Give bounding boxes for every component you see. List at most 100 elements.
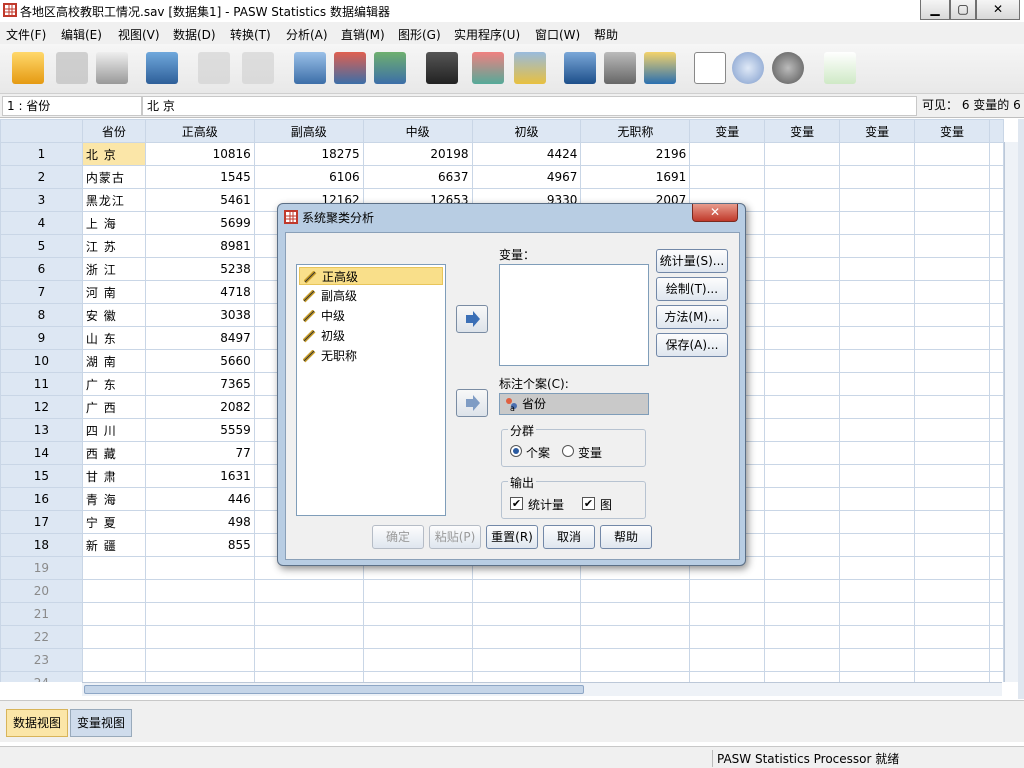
variables-target-list[interactable] xyxy=(499,264,649,366)
empty-cell[interactable] xyxy=(839,418,916,442)
empty-cell[interactable] xyxy=(914,602,990,626)
empty-cell[interactable] xyxy=(764,280,841,304)
menu-file[interactable]: 文件(F) xyxy=(6,26,46,43)
empty-cell[interactable] xyxy=(914,211,990,235)
row-header[interactable]: 13 xyxy=(0,418,83,442)
row-header[interactable]: 6 xyxy=(0,257,83,281)
empty-variable-header[interactable]: 变量 xyxy=(764,119,841,143)
empty-cell[interactable] xyxy=(144,579,255,603)
data-cell[interactable]: 2196 xyxy=(580,142,691,166)
empty-cell[interactable] xyxy=(839,303,916,327)
data-cell[interactable]: 5699 xyxy=(144,211,255,235)
province-cell[interactable]: 广 东 xyxy=(81,372,146,396)
empty-cell[interactable] xyxy=(580,648,691,672)
empty-cell[interactable] xyxy=(471,671,582,682)
empty-cell[interactable] xyxy=(839,510,916,534)
list-item[interactable]: 正高级 xyxy=(299,267,443,285)
empty-cell[interactable] xyxy=(839,372,916,396)
column-header[interactable]: 初级 xyxy=(471,119,582,143)
data-cell[interactable]: 2082 xyxy=(144,395,255,419)
maximize-button[interactable]: ▢ xyxy=(950,0,976,20)
empty-cell[interactable] xyxy=(253,625,364,649)
empty-variable-header[interactable]: 变量 xyxy=(914,119,990,143)
empty-cell[interactable] xyxy=(471,602,582,626)
data-cell[interactable]: 8981 xyxy=(144,234,255,258)
empty-cell[interactable] xyxy=(839,671,916,682)
empty-cell[interactable] xyxy=(689,671,766,682)
empty-cell[interactable] xyxy=(839,211,916,235)
row-header[interactable]: 1 xyxy=(0,142,83,166)
cancel-button[interactable]: 取消 xyxy=(543,525,595,549)
reset-button[interactable]: 重置(R) xyxy=(486,525,538,549)
empty-cell[interactable] xyxy=(764,349,841,373)
split-file-icon[interactable] xyxy=(564,52,596,84)
empty-cell[interactable] xyxy=(362,602,473,626)
tab-variable-view[interactable]: 变量视图 xyxy=(70,709,133,737)
empty-cell[interactable] xyxy=(764,303,841,327)
data-cell[interactable]: 6637 xyxy=(362,165,473,189)
vertical-scrollbar[interactable] xyxy=(1004,142,1018,682)
empty-cell[interactable] xyxy=(764,464,841,488)
menu-utilities[interactable]: 实用程序(U) xyxy=(454,26,520,43)
row-header[interactable]: 17 xyxy=(0,510,83,534)
spell-check-icon[interactable] xyxy=(824,52,856,84)
list-item[interactable]: 初级 xyxy=(299,327,443,345)
move-to-variables-button[interactable] xyxy=(456,305,488,333)
empty-cell[interactable] xyxy=(914,372,990,396)
empty-cell[interactable] xyxy=(914,533,990,557)
data-cell[interactable]: 6106 xyxy=(253,165,364,189)
data-cell[interactable]: 1631 xyxy=(144,464,255,488)
empty-cell[interactable] xyxy=(144,625,255,649)
data-cell[interactable]: 5559 xyxy=(144,418,255,442)
row-header[interactable]: 3 xyxy=(0,188,83,212)
empty-cell[interactable] xyxy=(914,188,990,212)
province-cell[interactable]: 河 南 xyxy=(81,280,146,304)
menu-data[interactable]: 数据(D) xyxy=(173,26,216,43)
empty-cell[interactable] xyxy=(81,671,146,682)
empty-cell[interactable] xyxy=(839,579,916,603)
empty-cell[interactable] xyxy=(81,579,146,603)
data-cell[interactable]: 498 xyxy=(144,510,255,534)
data-cell[interactable]: 446 xyxy=(144,487,255,511)
data-cell[interactable]: 4718 xyxy=(144,280,255,304)
row-header[interactable]: 5 xyxy=(0,234,83,258)
empty-cell[interactable] xyxy=(914,625,990,649)
row-header[interactable]: 4 xyxy=(0,211,83,235)
statistics-button[interactable]: 统计量(S)... xyxy=(656,249,728,273)
checkbox-plots[interactable]: ✔ xyxy=(582,497,595,510)
column-header[interactable]: 中级 xyxy=(362,119,473,143)
province-cell[interactable]: 安 徽 xyxy=(81,303,146,327)
empty-cell[interactable] xyxy=(839,349,916,373)
empty-cell[interactable] xyxy=(839,165,916,189)
row-header[interactable]: 16 xyxy=(0,487,83,511)
empty-cell[interactable] xyxy=(81,648,146,672)
empty-cell[interactable] xyxy=(471,648,582,672)
empty-cell[interactable] xyxy=(764,142,841,166)
dialog-close-button[interactable]: ✕ xyxy=(692,204,738,222)
list-item[interactable]: 无职称 xyxy=(299,347,443,365)
empty-cell[interactable] xyxy=(81,602,146,626)
empty-cell[interactable] xyxy=(764,625,841,649)
row-header[interactable]: 18 xyxy=(0,533,83,557)
empty-cell[interactable] xyxy=(471,625,582,649)
empty-cell[interactable] xyxy=(839,648,916,672)
menu-transform[interactable]: 转换(T) xyxy=(230,26,271,43)
column-header[interactable]: 无职称 xyxy=(580,119,691,143)
empty-cell[interactable] xyxy=(839,234,916,258)
row-header[interactable]: 20 xyxy=(0,579,83,603)
data-cell[interactable]: 5461 xyxy=(144,188,255,212)
empty-cell[interactable] xyxy=(764,579,841,603)
empty-cell[interactable] xyxy=(764,556,841,580)
empty-cell[interactable] xyxy=(764,372,841,396)
list-item[interactable]: 副高级 xyxy=(299,287,443,305)
close-button[interactable]: ✕ xyxy=(976,0,1020,20)
variables-icon[interactable] xyxy=(374,52,406,84)
empty-cell[interactable] xyxy=(689,625,766,649)
empty-cell[interactable] xyxy=(839,142,916,166)
corner-cell[interactable] xyxy=(0,119,83,143)
print-icon[interactable] xyxy=(96,52,128,84)
menu-edit[interactable]: 编辑(E) xyxy=(61,26,102,43)
goto-case-icon[interactable] xyxy=(294,52,326,84)
empty-cell[interactable] xyxy=(144,671,255,682)
weight-cases-icon[interactable] xyxy=(604,52,636,84)
